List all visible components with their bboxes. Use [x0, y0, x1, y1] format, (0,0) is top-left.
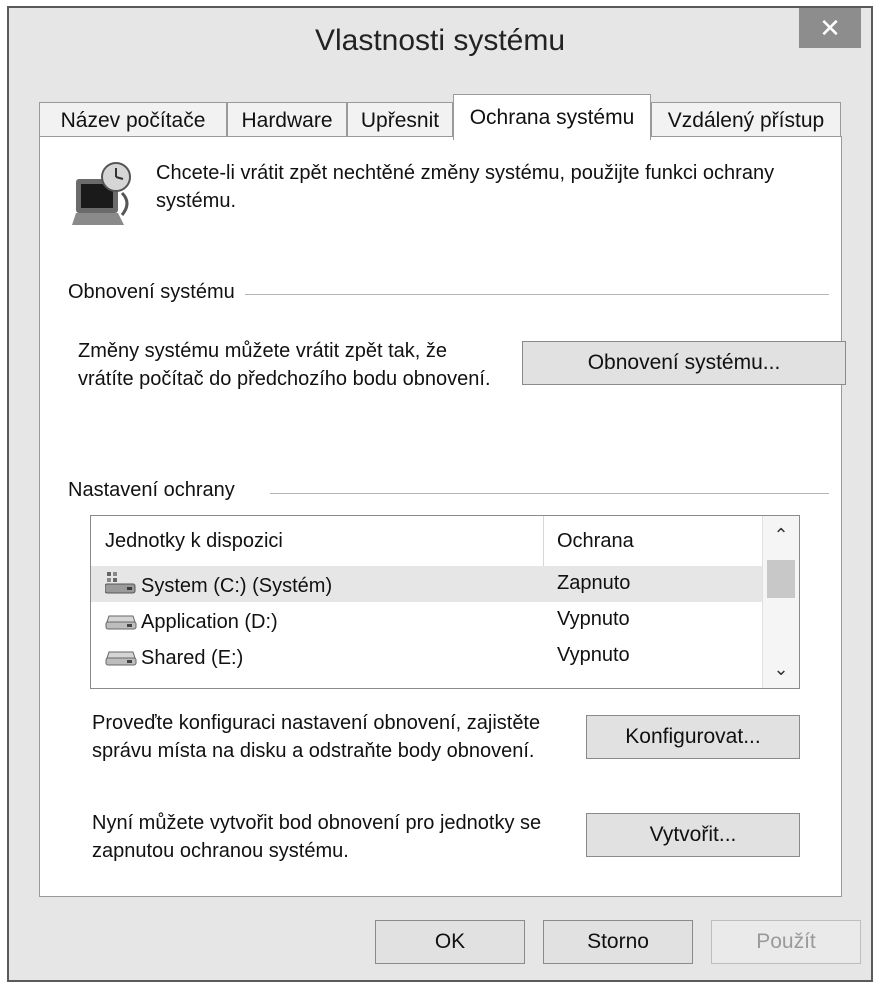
restore-group-label: Obnovení systému	[68, 281, 245, 304]
system-restore-button[interactable]: Obnovení systému...	[522, 341, 846, 385]
configure-description: Proveďte konfiguraci nastavení obnovení,…	[92, 712, 541, 762]
apply-button[interactable]: Použít	[711, 920, 861, 964]
close-button[interactable]: ✕	[799, 8, 861, 48]
scroll-up-button[interactable]: ⌃	[763, 518, 799, 552]
drive-name: Application (D:)	[141, 610, 278, 633]
system-drive-icon	[104, 572, 137, 600]
intro-text: Chcete-li vrátit zpět nechtěné změny sys…	[156, 162, 775, 212]
tab-advanced[interactable]: Upřesnit	[347, 102, 453, 138]
tab-remote-access[interactable]: Vzdálený přístup	[651, 102, 841, 138]
ok-button[interactable]: OK	[375, 920, 525, 964]
cancel-button[interactable]: Storno	[543, 920, 693, 964]
column-header-protection[interactable]: Ochrana	[557, 530, 634, 553]
chevron-up-icon: ⌃	[773, 524, 789, 545]
protection-group-label: Nastavení ochrany	[68, 479, 245, 502]
close-icon: ✕	[819, 12, 841, 43]
table-row[interactable]: Shared (E:) Vypnuto	[91, 638, 763, 674]
system-properties-window: Vlastnosti systému ✕ Název počítače Hard…	[7, 6, 873, 982]
drive-protection-status: Vypnuto	[557, 644, 630, 666]
window-title: Vlastnosti systému	[314, 24, 566, 57]
list-scrollbar[interactable]: ⌃ ⌄	[762, 516, 799, 688]
column-header-drives[interactable]: Jednotky k dispozici	[105, 530, 283, 553]
tab-system-protection[interactable]: Ochrana systému	[453, 94, 651, 140]
drives-list[interactable]: Jednotky k dispozici Ochrana System (C:)	[90, 515, 800, 689]
list-header: Jednotky k dispozici Ochrana	[91, 516, 763, 566]
title-bar[interactable]: Vlastnosti systému ✕	[9, 8, 871, 84]
restore-description: Změny systému můžete vrátit zpět tak, že…	[78, 340, 491, 390]
tab-strip: Název počítače Hardware Upřesnit Ochrana…	[39, 94, 841, 140]
drive-name: Shared (E:)	[141, 646, 244, 669]
drive-icon	[105, 644, 137, 672]
drive-protection-status: Vypnuto	[557, 608, 630, 630]
restore-group-divider	[240, 294, 829, 295]
scroll-thumb[interactable]	[767, 560, 795, 598]
column-separator[interactable]	[543, 516, 544, 566]
table-row[interactable]: System (C:) (Systém) Zapnuto	[91, 566, 763, 602]
system-protection-icon	[70, 157, 136, 229]
configure-button[interactable]: Konfigurovat...	[586, 715, 800, 759]
drive-protection-status: Zapnuto	[557, 572, 631, 594]
create-description: Nyní můžete vytvořit bod obnovení pro je…	[92, 812, 542, 862]
chevron-down-icon: ⌄	[773, 658, 789, 679]
tab-hardware[interactable]: Hardware	[227, 102, 347, 138]
table-row[interactable]: Application (D:) Vypnuto	[91, 602, 763, 638]
protection-group-divider	[270, 493, 829, 494]
scroll-down-button[interactable]: ⌄	[763, 652, 799, 686]
create-button[interactable]: Vytvořit...	[586, 813, 800, 857]
tab-computer-name[interactable]: Název počítače	[39, 102, 227, 138]
drive-name: System (C:) (Systém)	[141, 574, 333, 597]
system-protection-panel: Chcete-li vrátit zpět nechtěné změny sys…	[39, 136, 846, 897]
drive-icon	[105, 608, 137, 636]
